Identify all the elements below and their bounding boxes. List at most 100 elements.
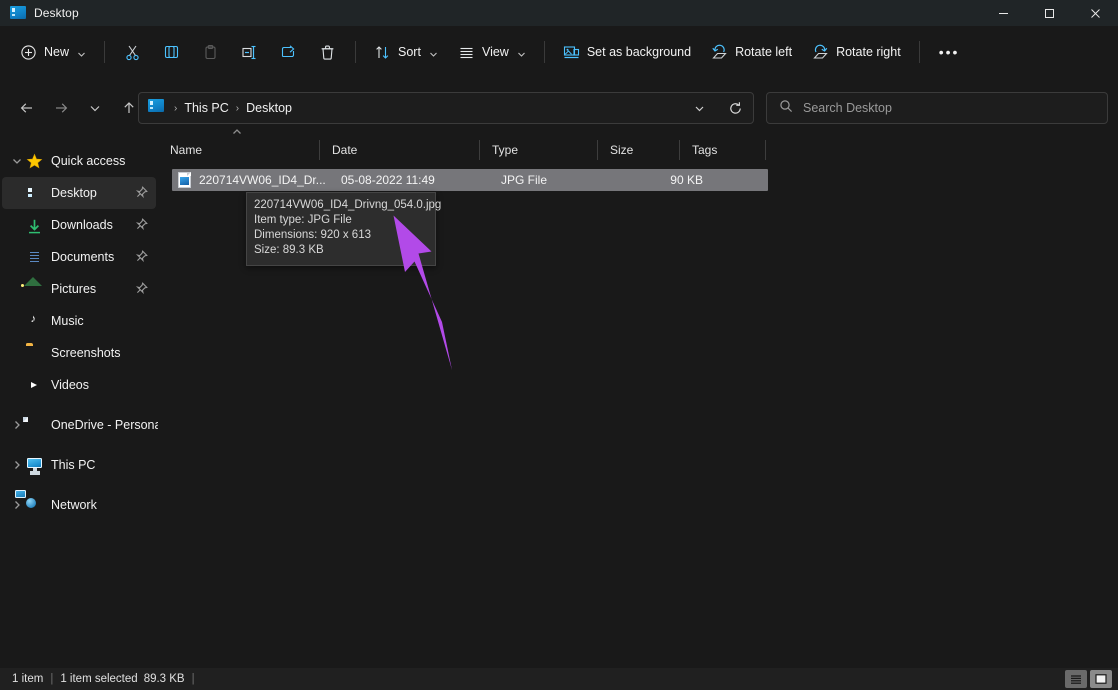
delete-button[interactable] [308, 35, 347, 69]
sidebar-item-onedrive[interactable]: OneDrive - Personal [2, 409, 156, 441]
sort-button-label: Sort [398, 45, 421, 59]
column-header-tags[interactable]: Tags [680, 136, 766, 164]
sidebar-item-this-pc[interactable]: This PC [2, 449, 156, 481]
trash-icon [319, 44, 336, 61]
chevron-down-icon [517, 48, 526, 57]
sidebar-item-network[interactable]: Network [2, 489, 156, 521]
status-item-count: 1 item [12, 673, 43, 685]
see-more-button[interactable]: ••• [928, 35, 971, 69]
star-icon [26, 153, 43, 170]
network-icon [26, 497, 43, 514]
search-box[interactable]: Search Desktop [766, 92, 1108, 124]
window-title-icon [10, 6, 26, 20]
search-input[interactable]: Search Desktop [803, 101, 892, 115]
column-header-date[interactable]: Date [320, 136, 480, 164]
rotate-left-icon [711, 44, 728, 61]
share-button[interactable] [269, 35, 308, 69]
chevron-down-icon[interactable] [8, 152, 26, 170]
toolbar-divider-3 [544, 41, 545, 63]
video-icon [26, 377, 43, 394]
plus-circle-icon [20, 44, 37, 61]
share-icon [280, 44, 297, 61]
forward-button[interactable] [44, 93, 78, 123]
chevron-right-icon[interactable] [8, 496, 26, 514]
breadcrumb-this-pc[interactable]: This PC [179, 98, 233, 118]
sidebar-item-label: OneDrive - Personal [51, 418, 158, 432]
rename-icon [241, 44, 258, 61]
column-header-name[interactable]: Name [158, 136, 320, 164]
table-row[interactable]: 220714VW06_ID4_Dr... 05-08-2022 11:49 JP… [172, 169, 768, 191]
sidebar-item-label: Screenshots [51, 346, 120, 360]
chevron-down-icon [429, 48, 438, 57]
minimize-button[interactable] [980, 0, 1026, 26]
address-dropdown-button[interactable] [685, 93, 713, 123]
pin-icon[interactable] [135, 250, 148, 263]
window-controls [980, 0, 1118, 26]
status-selection: 1 item selected [60, 673, 137, 685]
sidebar-item-pictures[interactable]: Pictures [2, 273, 156, 305]
set-as-background-button[interactable]: Set as background [553, 35, 701, 69]
close-button[interactable] [1072, 0, 1118, 26]
sidebar-item-documents[interactable]: Documents [2, 241, 156, 273]
status-selection-size: 89.3 KB [144, 673, 185, 685]
view-button[interactable]: View [448, 35, 536, 69]
pin-icon[interactable] [135, 186, 148, 199]
sidebar-item-label: Documents [51, 250, 114, 264]
recent-locations-button[interactable] [78, 93, 112, 123]
navigation-pane: Quick access Desktop Downloads [0, 136, 158, 670]
music-icon [26, 313, 43, 330]
document-icon [26, 249, 43, 266]
folder-icon [26, 345, 43, 362]
large-icons-view-button[interactable] [1090, 670, 1112, 688]
tooltip-dimensions-line: Dimensions: 920 x 613 [254, 228, 428, 243]
chevron-right-icon[interactable] [8, 456, 26, 474]
refresh-button[interactable] [718, 92, 752, 124]
sidebar-item-desktop[interactable]: Desktop [2, 177, 156, 209]
sidebar-item-downloads[interactable]: Downloads [2, 209, 156, 241]
column-header-type[interactable]: Type [480, 136, 598, 164]
rotate-left-button[interactable]: Rotate left [701, 35, 802, 69]
breadcrumb-separator: › [172, 103, 179, 114]
sidebar-spacer-3 [0, 481, 158, 489]
title-bar: Desktop [0, 0, 1118, 26]
sidebar-group-label: Quick access [51, 154, 125, 168]
column-header-size[interactable]: Size [598, 136, 680, 164]
sidebar-item-label: Desktop [51, 186, 97, 200]
toolbar-divider-2 [355, 41, 356, 63]
details-view-button[interactable] [1065, 670, 1087, 688]
sidebar-item-videos[interactable]: Videos [2, 369, 156, 401]
download-icon [26, 218, 43, 235]
address-bar-icon [148, 99, 164, 117]
column-header-label: Name [170, 143, 202, 157]
command-bar: New [0, 26, 1118, 78]
rotate-right-button[interactable]: Rotate right [802, 35, 911, 69]
column-header-label: Tags [692, 143, 717, 157]
scissors-icon [124, 44, 141, 61]
new-button-label: New [44, 45, 69, 59]
sidebar-item-label: Music [51, 314, 84, 328]
breadcrumb-desktop[interactable]: Desktop [241, 98, 297, 118]
sidebar-item-screenshots[interactable]: Screenshots [2, 337, 156, 369]
pin-icon[interactable] [135, 282, 148, 295]
sidebar-group-quick-access[interactable]: Quick access [2, 145, 156, 177]
maximize-button[interactable] [1026, 0, 1072, 26]
back-button[interactable] [10, 93, 44, 123]
copy-button[interactable] [152, 35, 191, 69]
rotate-right-label: Rotate right [836, 45, 901, 59]
sidebar-spacer-1 [0, 401, 158, 409]
paste-button[interactable] [191, 35, 230, 69]
column-headers: Name Date Type Size Tags [158, 136, 1118, 164]
sidebar-item-music[interactable]: Music [2, 305, 156, 337]
toolbar-divider-1 [104, 41, 105, 63]
sort-button[interactable]: Sort [364, 35, 448, 69]
toolbar-divider-4 [919, 41, 920, 63]
copy-icon [163, 44, 180, 61]
address-bar[interactable]: › This PC › Desktop [138, 92, 754, 124]
pin-icon[interactable] [135, 218, 148, 231]
chevron-up-icon [230, 126, 244, 136]
cut-button[interactable] [113, 35, 152, 69]
rename-button[interactable] [230, 35, 269, 69]
rotate-right-icon [812, 44, 829, 61]
cell-type: JPG File [501, 173, 619, 187]
new-button[interactable]: New [10, 35, 96, 69]
